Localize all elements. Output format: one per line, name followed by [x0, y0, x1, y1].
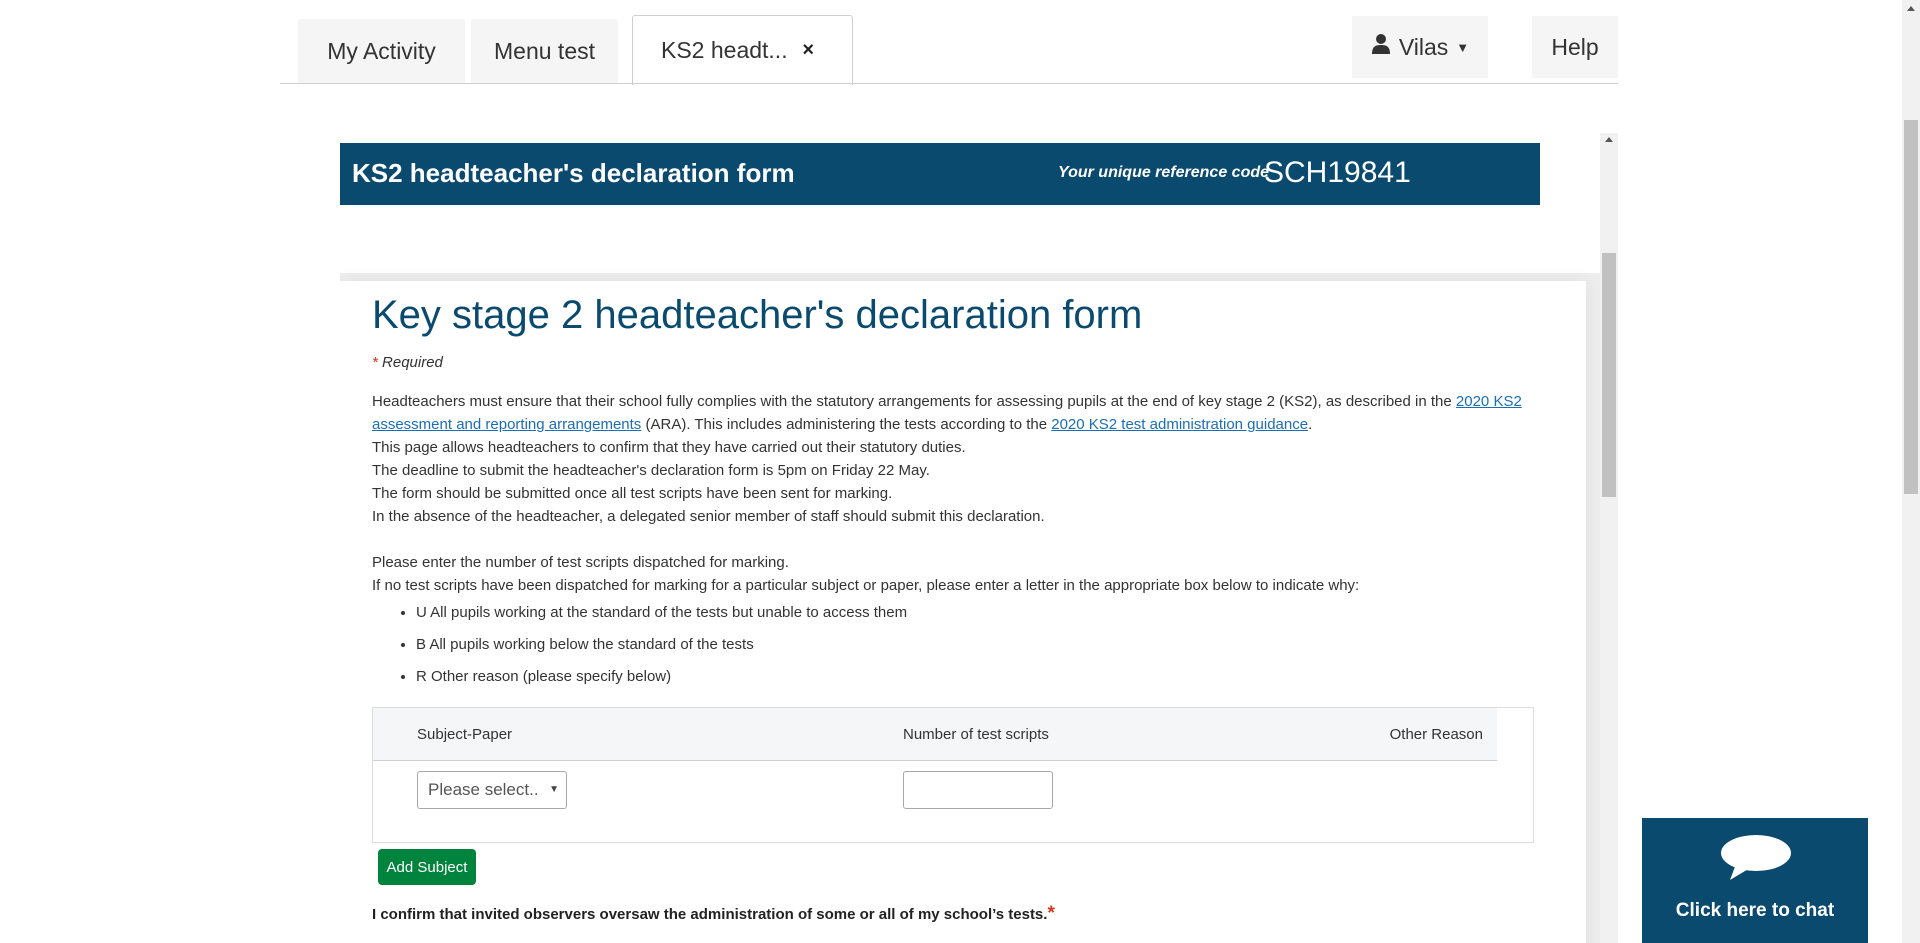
column-header-subject-paper: Subject-Paper	[417, 726, 513, 743]
window-scrollbar[interactable]	[1902, 0, 1920, 943]
help-label: Help	[1551, 33, 1599, 60]
page-title: Key stage 2 headteacher's declaration fo…	[372, 293, 1143, 337]
add-subject-button[interactable]: Add Subject	[378, 849, 476, 885]
inner-scrollbar[interactable]	[1600, 133, 1618, 943]
subject-paper-select[interactable]: Please select.. ▼	[417, 771, 567, 809]
intro-paragraph-5: In the absence of the headteacher, a del…	[372, 508, 1045, 525]
instruction-2: If no test scripts have been dispatched …	[372, 577, 1360, 594]
observers-confirmation-text: I confirm that invited observers oversaw…	[372, 906, 1048, 923]
caret-down-icon: ▼	[1456, 39, 1470, 55]
number-of-scripts-input[interactable]	[903, 771, 1053, 809]
help-button[interactable]: Help	[1532, 16, 1618, 78]
column-header-number-of-scripts: Number of test scripts	[903, 726, 1049, 743]
tab-my-activity[interactable]: My Activity	[298, 19, 465, 83]
user-name: Vilas	[1398, 33, 1449, 60]
reason-code-item: R Other reason (please specify below)	[416, 667, 907, 699]
subject-paper-select-value: Please select..	[428, 780, 539, 799]
required-note: * Required	[372, 354, 443, 371]
reference-code-label: Your unique reference code	[1058, 164, 1270, 181]
chat-bubble-icon	[1720, 834, 1792, 882]
close-icon[interactable]: ×	[802, 39, 814, 62]
tab-ks2-declaration-label: KS2 headt...	[661, 37, 788, 63]
required-asterisk: *	[1047, 903, 1055, 924]
test-administration-guidance-link[interactable]: 2020 KS2 test administration guidance	[1051, 416, 1308, 433]
tab-menu-test-label: Menu test	[494, 37, 595, 64]
column-header-other-reason: Other Reason	[1389, 726, 1483, 743]
form-header-band: KS2 headteacher's declaration form Your …	[340, 143, 1540, 205]
window-scroll-up-arrow-icon[interactable]	[1907, 6, 1915, 11]
reference-code-value: SCH19841	[1264, 156, 1411, 189]
tab-ks2-declaration[interactable]: KS2 headt... ×	[632, 15, 853, 85]
form-header-title: KS2 headteacher's declaration form	[352, 158, 795, 188]
reason-code-item: U All pupils working at the standard of …	[416, 603, 907, 635]
observers-confirmation-label: I confirm that invited observers oversaw…	[372, 903, 1055, 925]
intro-paragraph-4: The form should be submitted once all te…	[372, 485, 893, 502]
tab-bar-divider	[280, 83, 1618, 84]
tab-menu-test[interactable]: Menu test	[471, 19, 618, 83]
intro-1-end: .	[1308, 416, 1313, 433]
required-text: Required	[382, 354, 443, 371]
select-arrow-icon: ▼	[549, 784, 559, 795]
chat-label: Click here to chat	[1675, 900, 1835, 921]
add-subject-label: Add Subject	[386, 858, 468, 876]
intro-paragraph-1: Headteachers must ensure that their scho…	[372, 390, 1532, 436]
form-frame: KS2 headteacher's declaration form Your …	[340, 133, 1618, 943]
window-scrollbar-thumb[interactable]	[1904, 120, 1918, 494]
user-menu-button[interactable]: Vilas ▼	[1352, 16, 1488, 78]
intro-paragraph-3: The deadline to submit the headteacher's…	[372, 462, 930, 479]
intro-paragraph-2: This page allows headteachers to confirm…	[372, 439, 966, 456]
required-asterisk: *	[372, 354, 378, 371]
intro-spacer	[372, 528, 1532, 551]
instruction-1: Please enter the number of test scripts …	[372, 554, 789, 571]
reason-codes-list: U All pupils working at the standard of …	[372, 603, 907, 699]
top-tab-bar: My Activity Menu test KS2 headt... × Vil…	[280, 0, 1618, 85]
subject-scripts-table: Subject-Paper Number of test scripts Oth…	[372, 707, 1534, 843]
intro-1-start: Headteachers must ensure that their scho…	[372, 393, 1456, 410]
scroll-up-arrow-icon[interactable]	[1605, 137, 1613, 142]
table-header-row: Subject-Paper Number of test scripts Oth…	[373, 708, 1497, 761]
user-icon	[1371, 33, 1391, 61]
intro-1-mid: (ARA). This includes administering the t…	[641, 416, 1052, 433]
reason-code-item: B All pupils working below the standard …	[416, 635, 907, 667]
chat-widget[interactable]: Click here to chat	[1642, 818, 1868, 943]
form-card: Key stage 2 headteacher's declaration fo…	[340, 281, 1586, 943]
tab-my-activity-label: My Activity	[327, 37, 436, 64]
inner-scrollbar-thumb[interactable]	[1602, 253, 1616, 497]
intro-text: Headteachers must ensure that their scho…	[372, 390, 1532, 597]
